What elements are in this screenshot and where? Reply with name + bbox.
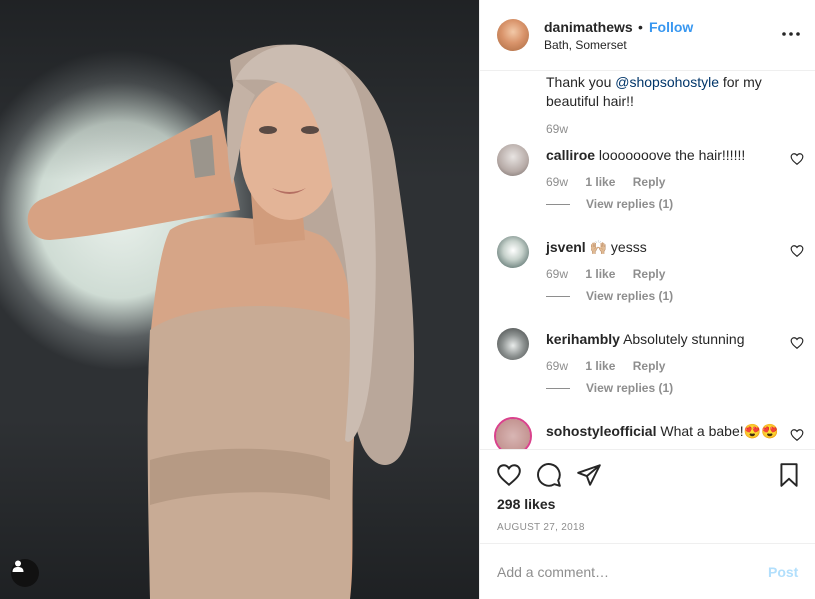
comment-text: jsvenl 🙌🏼 yesss <box>546 238 781 256</box>
view-replies-label: View replies (1) <box>586 289 674 303</box>
comment-input[interactable]: Add a comment… <box>497 564 609 580</box>
comments-list[interactable]: Thank you @shopsohostyle for my beautifu… <box>480 71 815 449</box>
header-separator: • <box>638 19 643 35</box>
more-options-button[interactable] <box>781 24 801 44</box>
comment-meta: 69w 1 like Reply <box>546 359 679 373</box>
view-replies-label: View replies (1) <box>586 197 674 211</box>
reply-button[interactable]: Reply <box>633 359 666 373</box>
post-details-panel: danimathews • Follow Bath, Somerset Than… <box>479 0 815 599</box>
post-actions: 298 likes AUGUST 27, 2018 <box>480 449 815 543</box>
comment-likes[interactable]: 1 like <box>585 359 615 373</box>
comment-time[interactable]: 69w <box>546 359 568 373</box>
view-replies-label: View replies (1) <box>586 381 674 395</box>
reply-button[interactable]: Reply <box>633 175 666 189</box>
photo-illustration <box>27 44 415 599</box>
commenter-avatar[interactable] <box>497 328 529 360</box>
view-replies-button[interactable]: View replies (1) <box>546 197 673 211</box>
commenter-username[interactable]: jsvenl <box>546 239 586 255</box>
comment-heart-icon[interactable] <box>790 428 804 442</box>
comment-body: looooooove the hair!!!!!! <box>598 147 746 163</box>
post-comment-button[interactable]: Post <box>768 564 798 580</box>
comment-meta: 69w 1 like Reply <box>546 175 679 189</box>
view-replies-button[interactable]: View replies (1) <box>546 381 673 395</box>
post-header: danimathews • Follow Bath, Somerset <box>480 0 815 71</box>
commenter-username[interactable]: calliroe <box>546 147 595 163</box>
comment-heart-icon[interactable] <box>790 336 804 350</box>
post-date[interactable]: AUGUST 27, 2018 <box>497 522 585 533</box>
comment-text: kerihambly Absolutely stunning <box>546 330 781 348</box>
bookmark-icon[interactable] <box>776 462 802 488</box>
commenter-avatar[interactable] <box>497 236 529 268</box>
caption: Thank you @shopsohostyle for my beautifu… <box>546 73 786 111</box>
comment-item: jsvenl 🙌🏼 yesss 69w 1 like Reply View re… <box>480 234 815 326</box>
replies-divider <box>546 203 570 205</box>
user-tag-icon <box>12 560 24 572</box>
commenter-username[interactable]: sohostyleofficial <box>546 423 656 439</box>
heart-icon[interactable] <box>496 462 522 488</box>
view-replies-button[interactable]: View replies (1) <box>546 289 673 303</box>
comment-body: What a babe!😍😍 <box>660 423 779 439</box>
post-photo[interactable] <box>0 0 479 599</box>
comment-time[interactable]: 69w <box>546 267 568 281</box>
replies-divider <box>546 387 570 389</box>
caption-time[interactable]: 69w <box>546 122 568 136</box>
comment-likes[interactable]: 1 like <box>585 175 615 189</box>
comment-item: sohostyleofficial What a babe!😍😍 <box>480 417 815 449</box>
comment-heart-icon[interactable] <box>790 152 804 166</box>
author-avatar[interactable] <box>497 19 529 51</box>
share-icon[interactable] <box>576 462 602 488</box>
comment-item: kerihambly Absolutely stunning 69w 1 lik… <box>480 326 815 418</box>
comment-body: Absolutely stunning <box>623 331 745 347</box>
likes-count[interactable]: 298 likes <box>497 496 555 512</box>
commenter-avatar[interactable] <box>497 144 529 176</box>
comment-time[interactable]: 69w <box>546 175 568 189</box>
add-comment-form: Add a comment… Post <box>480 543 815 599</box>
replies-divider <box>546 295 570 297</box>
caption-text-start: Thank you <box>546 74 616 90</box>
author-username[interactable]: danimathews <box>544 19 633 35</box>
comment-body: 🙌🏼 yesss <box>589 239 647 255</box>
comment-meta: 69w 1 like Reply <box>546 267 679 281</box>
comment-icon[interactable] <box>536 462 562 488</box>
comment-text: calliroe looooooove the hair!!!!!! <box>546 146 781 164</box>
more-options-icon <box>782 32 800 36</box>
user-tag-button[interactable] <box>11 559 39 587</box>
comment-item: calliroe looooooove the hair!!!!!! 69w 1… <box>480 142 815 234</box>
comment-text: sohostyleofficial What a babe!😍😍 <box>546 422 781 440</box>
caption-mention[interactable]: @shopsohostyle <box>615 74 719 90</box>
reply-button[interactable]: Reply <box>633 267 666 281</box>
comment-heart-icon[interactable] <box>790 244 804 258</box>
commenter-avatar[interactable] <box>494 417 532 449</box>
follow-button[interactable]: Follow <box>649 19 693 35</box>
post-location[interactable]: Bath, Somerset <box>544 38 627 52</box>
comment-likes[interactable]: 1 like <box>585 267 615 281</box>
commenter-username[interactable]: kerihambly <box>546 331 620 347</box>
